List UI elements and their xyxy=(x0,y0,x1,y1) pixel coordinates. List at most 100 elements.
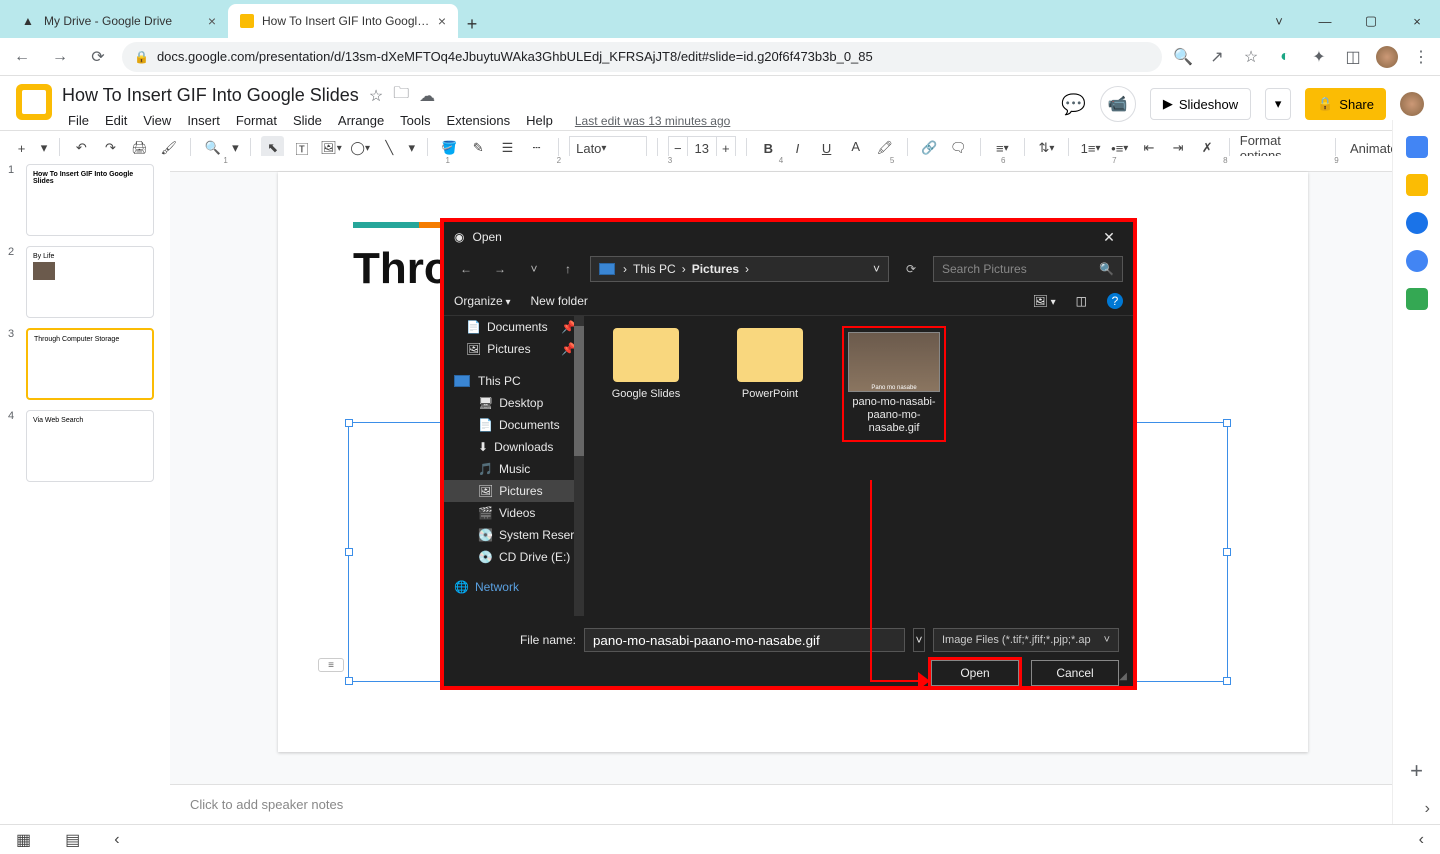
resize-handle[interactable] xyxy=(345,677,353,685)
tree-pictures[interactable]: 🖼 Pictures 📌 xyxy=(444,338,584,360)
tree-this-pc[interactable]: This PC xyxy=(444,370,584,392)
collapse-text-button[interactable]: ≡ xyxy=(318,658,344,672)
preview-pane-button[interactable]: ◫ xyxy=(1076,294,1087,308)
file-name-dropdown[interactable]: ˅ xyxy=(913,628,925,652)
animate-button[interactable]: Animate xyxy=(1350,141,1398,156)
account-avatar[interactable] xyxy=(1400,92,1424,116)
resize-handle[interactable] xyxy=(1223,419,1231,427)
browser-tab-drive[interactable]: ▲ My Drive - Google Drive × xyxy=(8,4,228,38)
menu-tools[interactable]: Tools xyxy=(394,111,436,130)
profile-avatar[interactable] xyxy=(1376,46,1398,68)
up-button[interactable]: ↑ xyxy=(556,257,580,281)
menu-edit[interactable]: Edit xyxy=(99,111,133,130)
maps-icon[interactable] xyxy=(1406,288,1428,310)
star-icon[interactable]: ☆ xyxy=(369,86,383,106)
calendar-icon[interactable] xyxy=(1406,136,1428,158)
slideshow-button[interactable]: ▶ Slideshow xyxy=(1150,88,1251,120)
path-bar[interactable]: › This PC › Pictures › ˅ xyxy=(590,256,889,282)
menu-view[interactable]: View xyxy=(137,111,177,130)
recent-dropdown[interactable]: ˅ xyxy=(522,257,546,281)
tree-downloads[interactable]: ⬇ Downloads xyxy=(444,436,584,458)
forward-button[interactable]: → xyxy=(488,257,512,281)
resize-handle[interactable] xyxy=(1223,548,1231,556)
view-button[interactable]: 🖼 xyxy=(1033,294,1056,308)
chevron-down-icon[interactable]: ˅ xyxy=(873,262,880,276)
resize-handle[interactable] xyxy=(345,419,353,427)
close-icon[interactable]: × xyxy=(1394,4,1440,38)
explore-collapse[interactable]: ‹ xyxy=(1419,831,1424,849)
folder-powerpoint[interactable]: PowerPoint xyxy=(720,328,820,401)
file-gif-selected[interactable]: Pano mo nasabe pano-mo-nasabi-paano-mo-n… xyxy=(844,328,944,440)
close-icon[interactable]: × xyxy=(208,13,216,29)
tree-documents[interactable]: 📄 Documents 📌 xyxy=(444,316,584,338)
tree-pictures2[interactable]: 🖼 Pictures xyxy=(444,480,584,502)
refresh-button[interactable]: ⟳ xyxy=(899,257,923,281)
cancel-button[interactable]: Cancel xyxy=(1031,660,1119,686)
url-field[interactable]: 🔒 docs.google.com/presentation/d/13sm-dX… xyxy=(122,42,1162,72)
new-tab-button[interactable]: + xyxy=(458,10,486,38)
reload-button[interactable]: ⟳ xyxy=(84,43,112,71)
menu-insert[interactable]: Insert xyxy=(181,111,226,130)
zoom-icon[interactable]: 🔍 xyxy=(1172,46,1194,68)
tree-music[interactable]: 🎵 Music xyxy=(444,458,584,480)
menu-file[interactable]: File xyxy=(62,111,95,130)
extension-icon[interactable]: ◐ xyxy=(1274,46,1296,68)
back-button[interactable]: ← xyxy=(8,43,36,71)
minimize-icon[interactable]: — xyxy=(1302,4,1348,38)
file-name-input[interactable] xyxy=(584,628,905,652)
move-icon[interactable]: 🗀 xyxy=(393,82,409,109)
share-button[interactable]: 🔒 Share xyxy=(1305,88,1386,120)
open-button[interactable]: Open xyxy=(931,660,1019,686)
tree-videos[interactable]: 🎬 Videos xyxy=(444,502,584,524)
slide-thumbnail-3[interactable]: Through Computer Storage xyxy=(26,328,154,400)
menu-help[interactable]: Help xyxy=(520,111,559,130)
filmstrip-icon[interactable]: ▤ xyxy=(65,830,80,850)
path-segment[interactable]: Pictures xyxy=(692,262,739,276)
slide-thumbnail-4[interactable]: Via Web Search xyxy=(26,410,154,482)
back-button[interactable]: ← xyxy=(454,257,478,281)
keep-icon[interactable] xyxy=(1406,174,1428,196)
maximize-icon[interactable]: ▢ xyxy=(1348,4,1394,38)
menu-format[interactable]: Format xyxy=(230,111,283,130)
path-segment[interactable]: This PC xyxy=(633,262,676,276)
grid-view-icon[interactable]: ▦ xyxy=(16,830,31,850)
extensions-icon[interactable]: ✦ xyxy=(1308,46,1330,68)
slides-logo[interactable] xyxy=(16,84,52,120)
last-edit-text[interactable]: Last edit was 13 minutes ago xyxy=(569,112,736,130)
close-icon[interactable]: × xyxy=(438,13,446,29)
tasks-icon[interactable] xyxy=(1406,212,1428,234)
share-icon[interactable]: ↗ xyxy=(1206,46,1228,68)
slide-thumbnail-1[interactable]: How To Insert GIF Into Google Slides xyxy=(26,164,154,236)
tree-documents2[interactable]: 📄 Documents xyxy=(444,414,584,436)
search-input[interactable]: Search Pictures 🔍 xyxy=(933,256,1123,282)
speaker-notes[interactable]: Click to add speaker notes xyxy=(170,784,1392,824)
document-title[interactable]: How To Insert GIF Into Google Slides xyxy=(62,85,359,106)
sidepanel-icon[interactable]: ◫ xyxy=(1342,46,1364,68)
menu-icon[interactable]: ⋮ xyxy=(1410,46,1432,68)
tree-system-reserved[interactable]: 💽 System Reserved xyxy=(444,524,584,546)
bookmark-icon[interactable]: ☆ xyxy=(1240,46,1262,68)
menu-slide[interactable]: Slide xyxy=(287,111,328,130)
contacts-icon[interactable] xyxy=(1406,250,1428,272)
menu-extensions[interactable]: Extensions xyxy=(441,111,517,130)
menu-arrange[interactable]: Arrange xyxy=(332,111,390,130)
cloud-icon[interactable]: ☁ xyxy=(419,86,435,106)
scrollbar-thumb[interactable] xyxy=(574,326,584,456)
file-type-filter[interactable]: Image Files (*.tif;*.jfif;*.pjp;*.ap˅ xyxy=(933,628,1119,652)
folder-google-slides[interactable]: Google Slides xyxy=(596,328,696,401)
add-addon-button[interactable]: + xyxy=(1410,758,1423,784)
organize-button[interactable]: Organize xyxy=(454,294,511,308)
meet-icon[interactable]: 📹 xyxy=(1100,86,1136,122)
close-icon[interactable]: ✕ xyxy=(1095,229,1123,246)
resize-grip[interactable]: ◢ xyxy=(1119,671,1127,682)
forward-button[interactable]: → xyxy=(46,43,74,71)
browser-tab-slides[interactable]: How To Insert GIF Into Google Sl × xyxy=(228,4,458,38)
help-icon[interactable]: ? xyxy=(1107,293,1123,309)
tree-cd-drive[interactable]: 💿 CD Drive (E:) xyxy=(444,546,584,568)
slideshow-dropdown[interactable]: ▾ xyxy=(1265,88,1291,120)
resize-handle[interactable] xyxy=(345,548,353,556)
resize-handle[interactable] xyxy=(1223,677,1231,685)
new-folder-button[interactable]: New folder xyxy=(531,294,588,308)
tree-network[interactable]: 🌐 Network xyxy=(444,576,584,598)
tree-desktop[interactable]: 🖥 Desktop xyxy=(444,392,584,414)
